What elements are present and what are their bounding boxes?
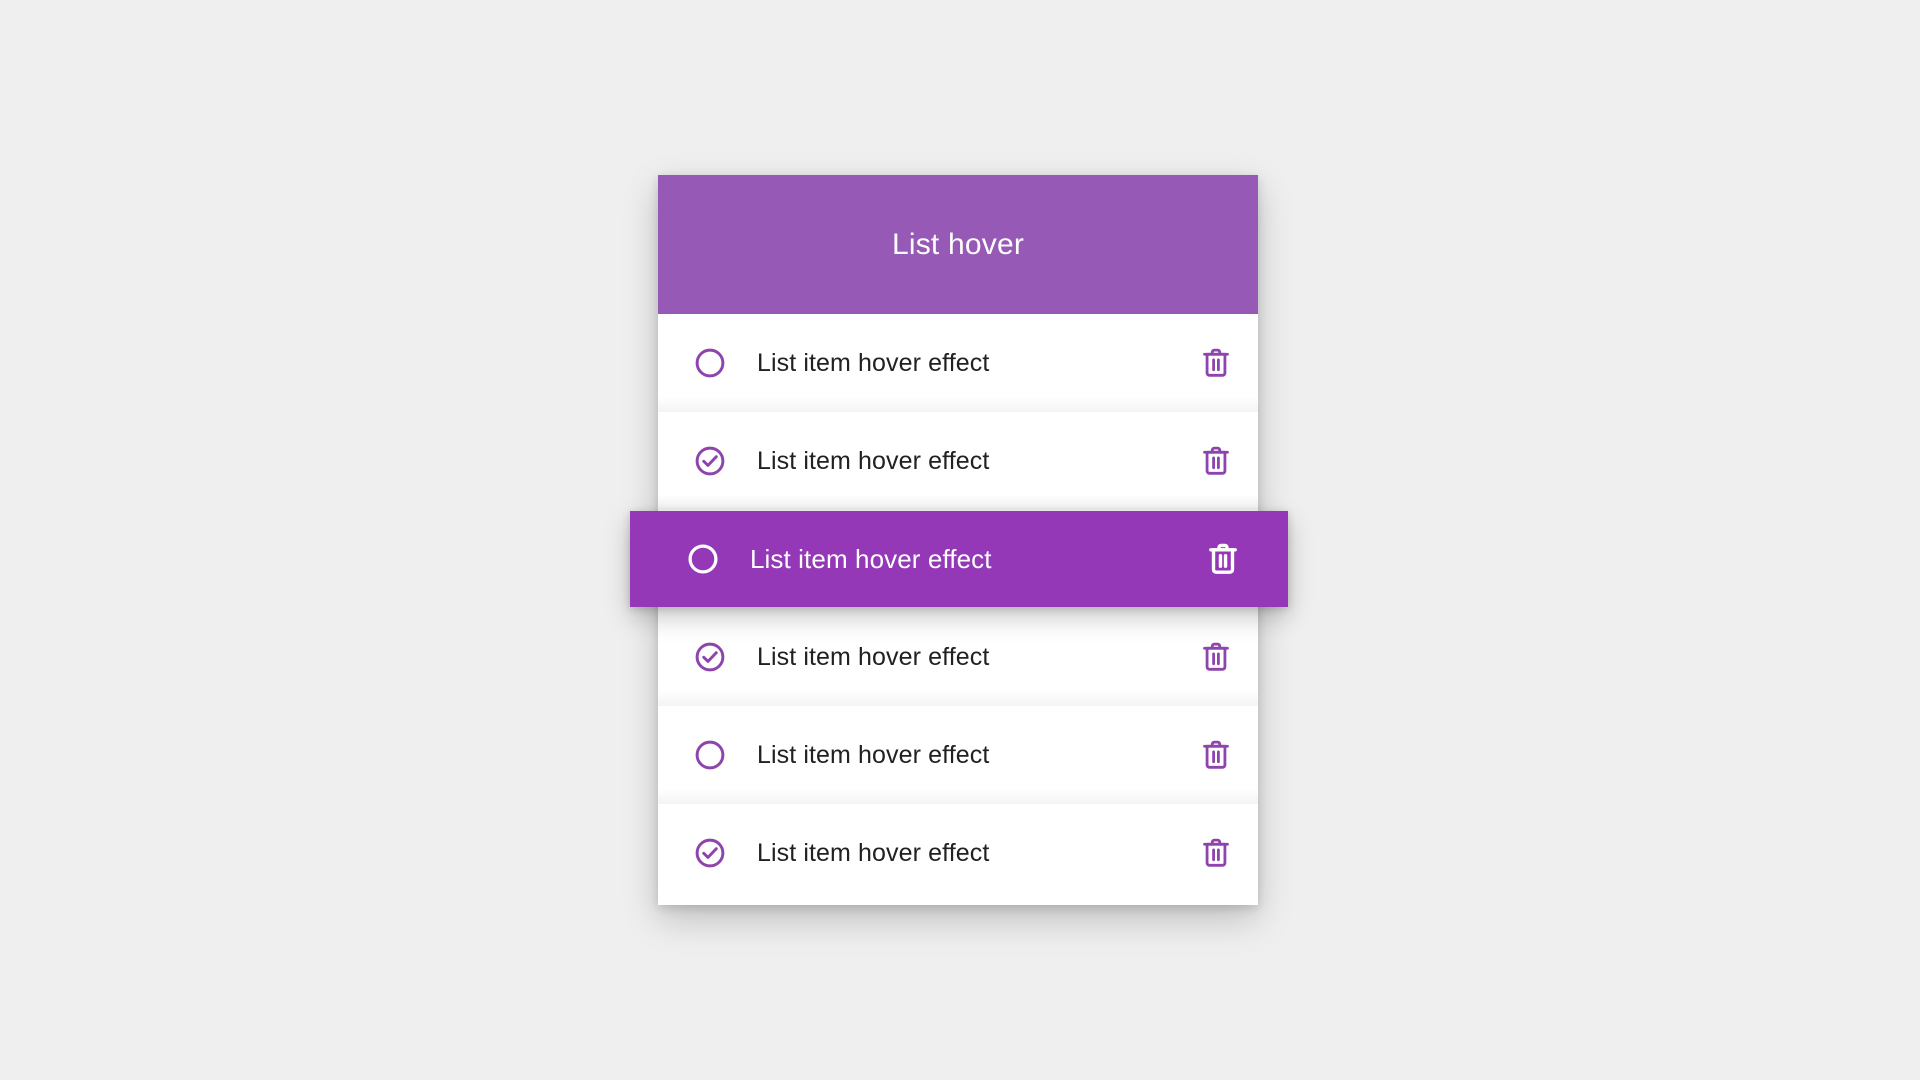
list-item-label: List item hover effect — [757, 740, 990, 769]
delete-button[interactable] — [1200, 346, 1232, 380]
trash-icon — [1200, 738, 1232, 773]
trash-icon — [1200, 836, 1232, 871]
list-item-label: List item hover effect — [757, 838, 990, 867]
delete-button[interactable] — [1206, 541, 1240, 577]
list-container[interactable]: List item hover effect List item hover ef… — [630, 314, 1288, 905]
list-item[interactable]: List item hover effect — [658, 706, 1258, 804]
trash-icon — [1200, 346, 1232, 381]
circle-outline-icon[interactable] — [686, 542, 720, 576]
list-item[interactable]: List item hover effect — [658, 314, 1258, 412]
page-title: List hover — [891, 227, 1025, 261]
list-item[interactable]: List item hover effect — [658, 608, 1258, 706]
list-item-label: List item hover effect — [750, 543, 992, 574]
check-circle-icon[interactable] — [693, 836, 727, 870]
list-item-label: List item hover effect — [757, 446, 990, 475]
list-item-label: List item hover effect — [757, 348, 990, 377]
trash-icon — [1206, 541, 1240, 578]
delete-button[interactable] — [1200, 738, 1232, 772]
list-item[interactable]: List item hover effect — [658, 804, 1258, 902]
trash-icon — [1200, 444, 1232, 479]
card-header: List hover — [658, 175, 1258, 314]
check-circle-icon[interactable] — [693, 640, 727, 674]
delete-button[interactable] — [1200, 836, 1232, 870]
list-item-label: List item hover effect — [757, 642, 990, 671]
list-item[interactable]: List item hover effect — [630, 511, 1288, 607]
check-circle-icon[interactable] — [693, 444, 727, 478]
delete-button[interactable] — [1200, 640, 1232, 674]
delete-button[interactable] — [1200, 444, 1232, 478]
circle-outline-icon[interactable] — [693, 738, 727, 772]
page-stage: List hover List item hover effect List it… — [0, 0, 1920, 1080]
list-item[interactable]: List item hover effect — [658, 412, 1258, 510]
circle-outline-icon[interactable] — [693, 346, 727, 380]
trash-icon — [1200, 640, 1232, 675]
list-hover-card: List hover List item hover effect List it… — [630, 175, 1288, 905]
